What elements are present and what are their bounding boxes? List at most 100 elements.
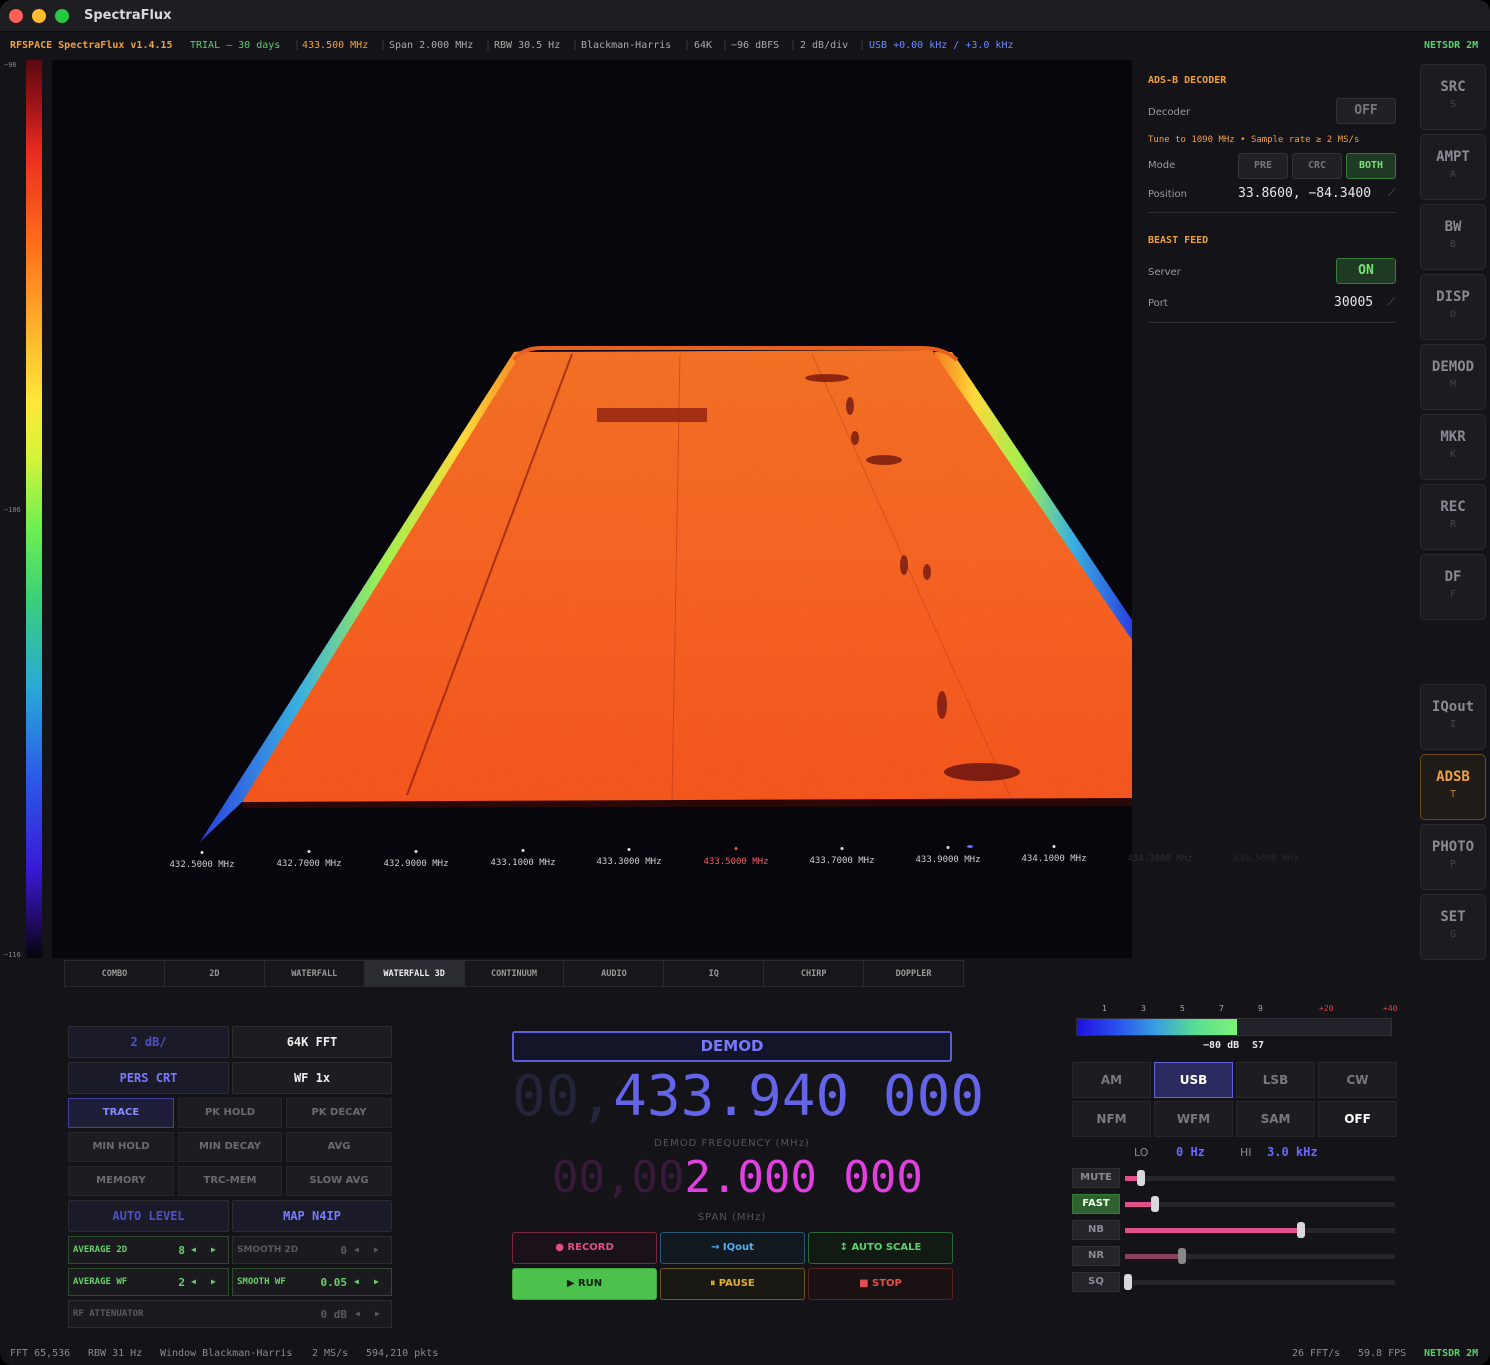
sidebar-photo-button[interactable]: PHOTO P (1420, 824, 1486, 890)
sq-slider[interactable] (1123, 1274, 1395, 1290)
tab-audio[interactable]: AUDIO (564, 961, 665, 986)
waterfall-speed-button[interactable]: WF 1x (232, 1062, 392, 1094)
pause-button[interactable]: ⏸ PAUSE (660, 1268, 805, 1300)
map-button[interactable]: MAP N4IP (232, 1200, 392, 1232)
sidebar-adsb-button[interactable]: ADSB T (1420, 754, 1486, 820)
peak-decay-button[interactable]: PK DECAY (286, 1098, 392, 1128)
fft-size-button[interactable]: 64K FFT (232, 1026, 392, 1058)
record-button[interactable]: ● RECORD (512, 1232, 657, 1264)
decrement-icon[interactable]: ◀ (355, 1309, 360, 1318)
mode-both-button[interactable]: BOTH (1346, 153, 1396, 179)
mode-sam-button[interactable]: SAM (1236, 1101, 1315, 1137)
decrement-icon[interactable]: ◀ (354, 1245, 359, 1254)
persistence-button[interactable]: PERS CRT (68, 1062, 229, 1094)
increment-icon[interactable]: ▶ (375, 1309, 380, 1318)
smooth-wf-stepper[interactable]: SMOOTH WF 0.05 ◀ ▶ (232, 1268, 392, 1296)
sidebar-rec-button[interactable]: REC R (1420, 484, 1486, 550)
slider-thumb[interactable] (1296, 1222, 1305, 1238)
tab-2d[interactable]: 2D (165, 961, 265, 986)
increment-icon[interactable]: ▶ (211, 1277, 216, 1286)
mode-wfm-button[interactable]: WFM (1154, 1101, 1233, 1137)
sq-label[interactable]: SQ (1072, 1272, 1120, 1292)
server-toggle[interactable]: ON (1336, 258, 1396, 284)
mode-usb-button[interactable]: USB (1154, 1062, 1233, 1098)
min-hold-button[interactable]: MIN HOLD (68, 1132, 174, 1162)
mode-pre-button[interactable]: PRE (1238, 153, 1288, 179)
nb-slider[interactable] (1125, 1222, 1395, 1238)
run-button[interactable]: ▶ RUN (512, 1268, 657, 1300)
iqout-button[interactable]: → IQout (660, 1232, 805, 1264)
decrement-icon[interactable]: ◀ (191, 1245, 196, 1254)
minimize-window-button[interactable] (32, 9, 46, 23)
demod-frequency-display[interactable]: 00,433.940 000 (512, 1064, 984, 1136)
close-window-button[interactable] (9, 9, 23, 23)
slider-thumb[interactable] (1177, 1248, 1186, 1264)
demod-header[interactable]: DEMOD (512, 1031, 952, 1062)
auto-scale-button[interactable]: ↕ AUTO SCALE (808, 1232, 953, 1264)
hi-value[interactable]: 3.0 kHz (1267, 1145, 1318, 1159)
sidebar-ampt-button[interactable]: AMPT A (1420, 134, 1486, 200)
port-value[interactable]: 30005 (1334, 295, 1373, 310)
average-2d-stepper[interactable]: AVERAGE 2D 8 ◀ ▶ (68, 1236, 229, 1264)
sidebar-src-button[interactable]: SRC S (1420, 64, 1486, 130)
decoder-toggle[interactable]: OFF (1336, 98, 1396, 124)
slider-thumb[interactable] (1123, 1274, 1132, 1290)
tab-chirp[interactable]: CHIRP (764, 961, 865, 986)
increment-icon[interactable]: ▶ (374, 1277, 379, 1286)
mode-cw-button[interactable]: CW (1318, 1062, 1397, 1098)
memory-button[interactable]: MEMORY (68, 1166, 174, 1196)
sidebar-set-button[interactable]: SET G (1420, 894, 1486, 960)
zoom-window-button[interactable] (55, 9, 69, 23)
min-decay-button[interactable]: MIN DECAY (178, 1132, 282, 1162)
slider-thumb[interactable] (1150, 1196, 1159, 1212)
auto-level-button[interactable]: AUTO LEVEL (68, 1200, 229, 1232)
mode-lsb-button[interactable]: LSB (1236, 1062, 1315, 1098)
mode-crc-button[interactable]: CRC (1292, 153, 1342, 179)
edit-icon[interactable]: ⟋ (1388, 188, 1395, 199)
lo-value[interactable]: 0 Hz (1176, 1145, 1205, 1159)
tab-combo[interactable]: COMBO (65, 961, 165, 986)
rf-attenuator-stepper[interactable]: RF ATTENUATOR 0 dB ◀ ▶ (68, 1300, 392, 1328)
decrement-icon[interactable]: ◀ (354, 1277, 359, 1286)
tab-iq[interactable]: IQ (664, 961, 765, 986)
tab-continuum[interactable]: CONTINUUM (465, 961, 565, 986)
sidebar-disp-button[interactable]: DISP D (1420, 274, 1486, 340)
waterfall-3d-plot[interactable]: 432.5000 MHz 432.7000 MHz 432.9000 MHz 4… (52, 60, 1132, 958)
trace-memory-button[interactable]: TRC-MEM (178, 1166, 282, 1196)
slider-thumb[interactable] (1137, 1170, 1146, 1186)
sidebar-iqout-button[interactable]: IQout I (1420, 684, 1486, 750)
sidebar-df-button[interactable]: DF F (1420, 554, 1486, 620)
tab-waterfall[interactable]: WATERFALL (265, 961, 365, 986)
sidebar-demod-button[interactable]: DEMOD M (1420, 344, 1486, 410)
db-div-button[interactable]: 2 dB/ (68, 1026, 229, 1058)
mute-slider[interactable] (1125, 1170, 1395, 1186)
demod-marker[interactable] (967, 845, 973, 848)
edit-icon[interactable]: ⟋ (1388, 297, 1395, 308)
sidebar-mkr-button[interactable]: MKR K (1420, 414, 1486, 480)
fast-label[interactable]: FAST (1072, 1194, 1120, 1214)
decrement-icon[interactable]: ◀ (191, 1277, 196, 1286)
nb-label[interactable]: NB (1072, 1220, 1120, 1240)
peak-hold-button[interactable]: PK HOLD (178, 1098, 282, 1128)
nr-label[interactable]: NR (1072, 1246, 1120, 1266)
trace-button[interactable]: TRACE (68, 1098, 174, 1128)
stop-button[interactable]: ■ STOP (808, 1268, 953, 1300)
mode-am-button[interactable]: AM (1072, 1062, 1151, 1098)
average-wf-stepper[interactable]: AVERAGE WF 2 ◀ ▶ (68, 1268, 229, 1296)
tab-doppler[interactable]: DOPPLER (864, 961, 963, 986)
sidebar-bw-button[interactable]: BW B (1420, 204, 1486, 270)
mute-label[interactable]: MUTE (1072, 1168, 1120, 1188)
increment-icon[interactable]: ▶ (211, 1245, 216, 1254)
tab-waterfall-3d[interactable]: WATERFALL 3D (364, 961, 465, 986)
span-display[interactable]: 00,002.000 000 (552, 1152, 923, 1203)
mode-off-button[interactable]: OFF (1318, 1101, 1397, 1137)
meter-scale-label: 3 (1141, 1004, 1146, 1013)
increment-icon[interactable]: ▶ (374, 1245, 379, 1254)
smooth-2d-stepper[interactable]: SMOOTH 2D 0 ◀ ▶ (232, 1236, 392, 1264)
avg-button[interactable]: AVG (286, 1132, 392, 1162)
mode-nfm-button[interactable]: NFM (1072, 1101, 1151, 1137)
slow-avg-button[interactable]: SLOW AVG (286, 1166, 392, 1196)
position-value[interactable]: 33.8600, −84.3400 (1238, 186, 1371, 201)
nr-slider[interactable] (1125, 1248, 1395, 1264)
fast-slider[interactable] (1125, 1196, 1395, 1212)
